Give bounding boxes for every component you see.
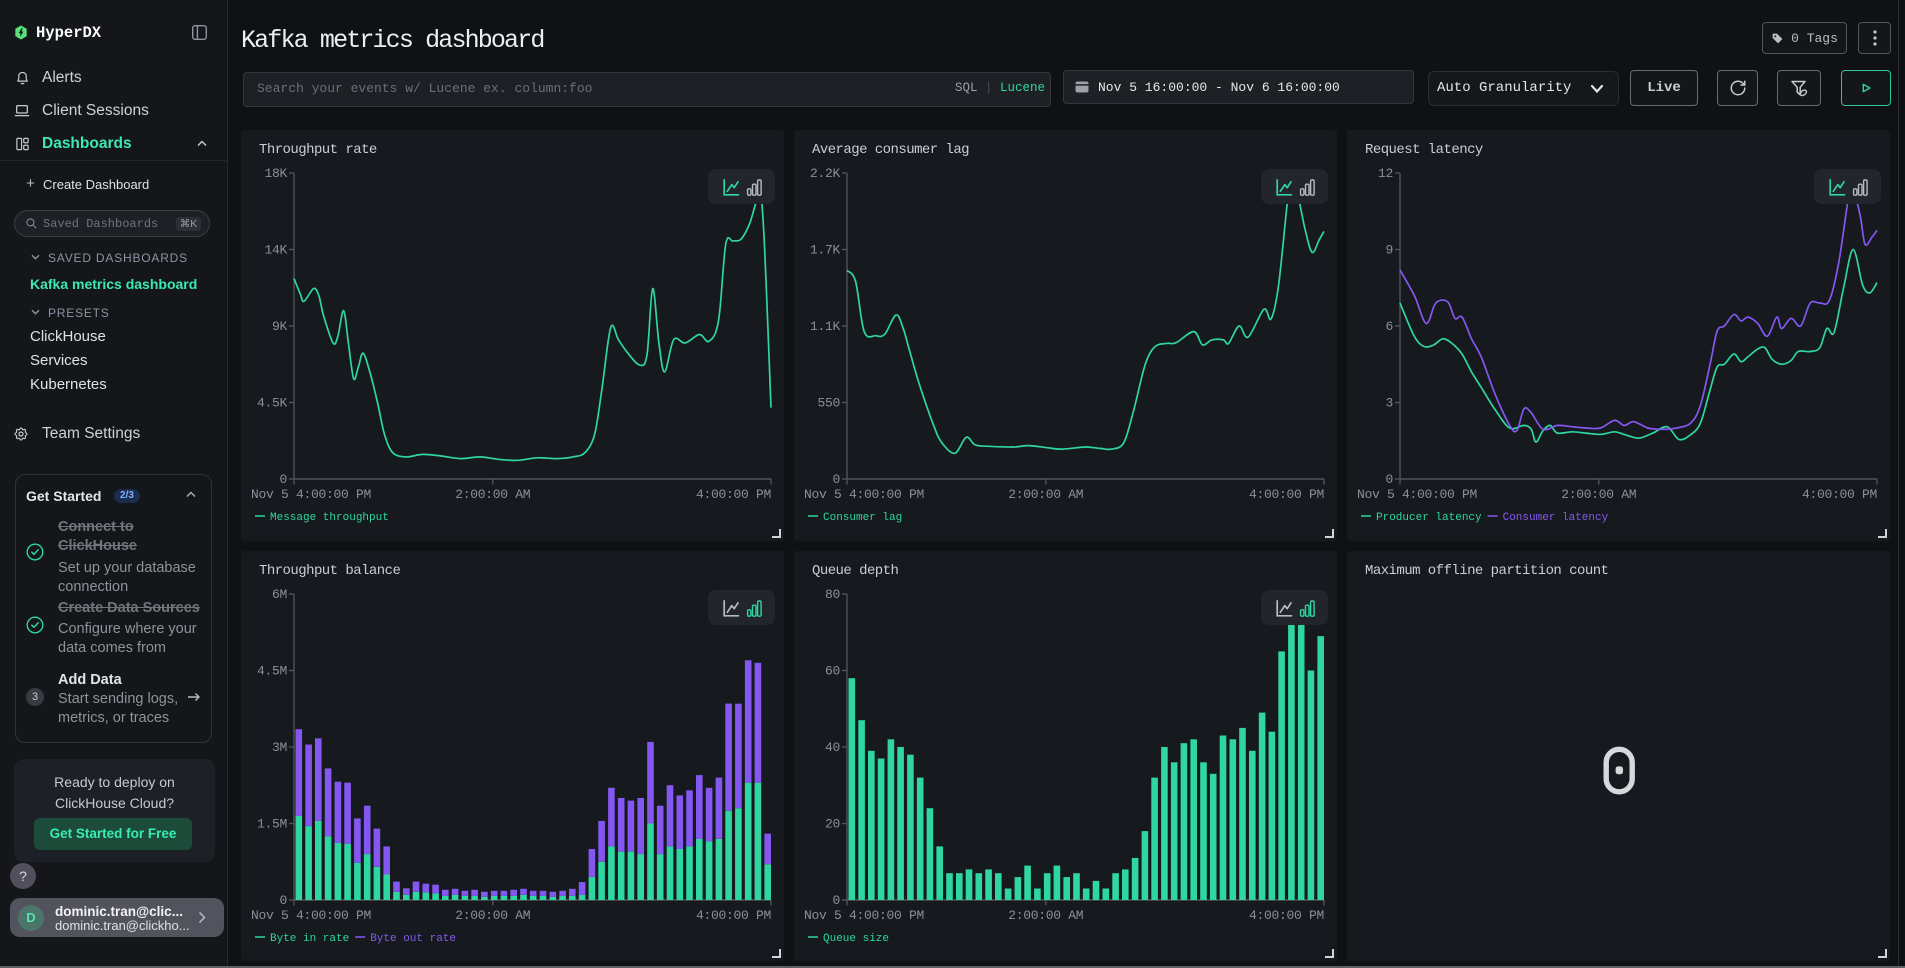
svg-text:Byte in rate: Byte in rate (270, 933, 349, 945)
svg-text:1.5M: 1.5M (257, 817, 287, 832)
svg-text:6M: 6M (272, 587, 287, 602)
svg-text:4.5M: 4.5M (257, 664, 287, 679)
svg-text:2:00:00 AM: 2:00:00 AM (1008, 908, 1083, 923)
svg-text:Consumer latency: Consumer latency (1503, 512, 1609, 524)
svg-text:4:00:00 PM: 4:00:00 PM (696, 908, 771, 923)
svg-text:4:00:00 PM: 4:00:00 PM (1249, 908, 1324, 923)
svg-text:4.5K: 4.5K (257, 396, 288, 411)
svg-text:2:00:00 AM: 2:00:00 AM (1561, 487, 1636, 502)
svg-text:20: 20 (825, 817, 840, 832)
svg-text:2:00:00 AM: 2:00:00 AM (455, 487, 530, 502)
svg-text:0: 0 (832, 472, 840, 487)
svg-text:Message throughput: Message throughput (270, 512, 389, 524)
svg-text:80: 80 (825, 587, 840, 602)
svg-text:12: 12 (1378, 166, 1393, 181)
svg-text:2:00:00 AM: 2:00:00 AM (1008, 487, 1083, 502)
svg-text:Consumer lag: Consumer lag (823, 512, 902, 524)
svg-text:3M: 3M (272, 740, 287, 755)
svg-text:Nov 5 4:00:00 PM: Nov 5 4:00:00 PM (251, 487, 371, 502)
svg-text:0: 0 (832, 893, 840, 908)
svg-text:0: 0 (279, 893, 287, 908)
svg-text:Nov 5 4:00:00 PM: Nov 5 4:00:00 PM (804, 487, 924, 502)
svg-text:0: 0 (1385, 472, 1393, 487)
svg-text:Byte out rate: Byte out rate (370, 933, 456, 945)
svg-text:Nov 5 4:00:00 PM: Nov 5 4:00:00 PM (1357, 487, 1477, 502)
svg-text:4:00:00 PM: 4:00:00 PM (696, 487, 771, 502)
svg-text:14K: 14K (264, 243, 287, 258)
svg-text:0: 0 (279, 472, 287, 487)
svg-text:3: 3 (1385, 396, 1393, 411)
svg-text:1.7K: 1.7K (810, 243, 841, 258)
svg-text:18K: 18K (264, 166, 287, 181)
svg-text:4:00:00 PM: 4:00:00 PM (1802, 487, 1877, 502)
svg-text:2.2K: 2.2K (810, 166, 841, 181)
svg-text:550: 550 (817, 396, 840, 411)
svg-text:4:00:00 PM: 4:00:00 PM (1249, 487, 1324, 502)
svg-text:Nov 5 4:00:00 PM: Nov 5 4:00:00 PM (804, 908, 924, 923)
svg-text:40: 40 (825, 740, 840, 755)
svg-text:2:00:00 AM: 2:00:00 AM (455, 908, 530, 923)
svg-text:1.1K: 1.1K (810, 319, 841, 334)
svg-text:Queue size: Queue size (823, 933, 889, 945)
svg-text:60: 60 (825, 664, 840, 679)
svg-text:Producer latency: Producer latency (1376, 512, 1482, 524)
svg-text:9: 9 (1385, 243, 1393, 258)
svg-text:9K: 9K (272, 319, 288, 334)
svg-text:6: 6 (1385, 319, 1393, 334)
svg-text:Nov 5 4:00:00 PM: Nov 5 4:00:00 PM (251, 908, 371, 923)
